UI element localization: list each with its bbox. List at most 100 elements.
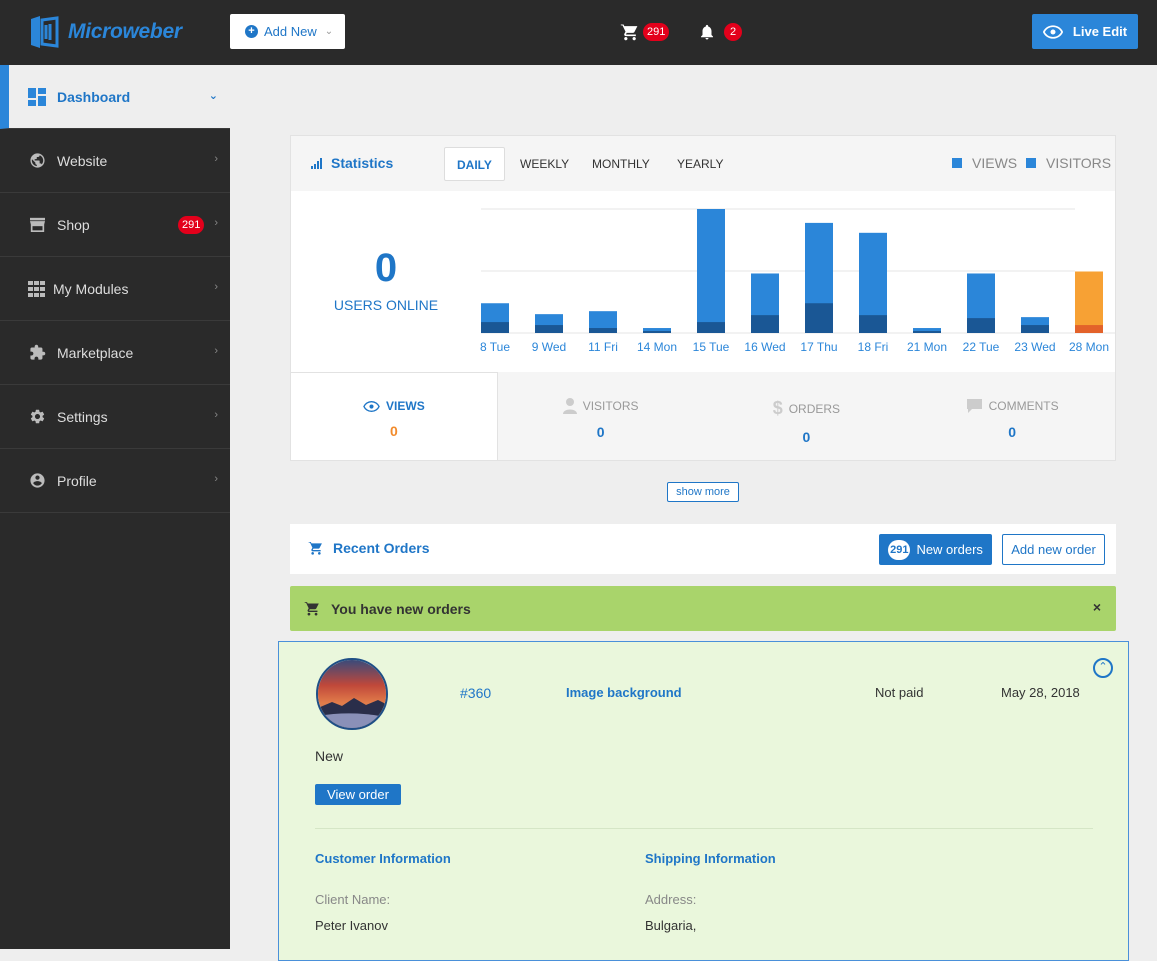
sidebar-item-label: Profile — [57, 472, 97, 489]
statistics-footer: VIEWS 0 VISITORS 0 $ ORDERS 0 COMMENTS 0 — [291, 372, 1115, 460]
bar-visitors — [967, 318, 995, 333]
sidebar-item-profile[interactable]: Profile › — [0, 449, 230, 513]
users-online-count: 0 — [374, 246, 398, 290]
stat-orders[interactable]: $ ORDERS 0 — [704, 372, 910, 460]
x-tick-label: 15 Tue — [693, 340, 730, 354]
chevron-down-icon: ⌄ — [208, 90, 218, 102]
stat-visitors[interactable]: VISITORS 0 — [498, 372, 704, 460]
sidebar-item-my-modules[interactable]: My Modules › — [0, 257, 230, 321]
x-tick-label: 9 Wed — [532, 340, 566, 354]
puzzle-icon — [28, 344, 46, 362]
x-tick-label: 14 Mon — [637, 340, 677, 354]
sidebar-item-label: Marketplace — [57, 344, 134, 361]
live-edit-button[interactable]: Live Edit — [1032, 14, 1138, 49]
new-orders-button[interactable]: 291 New orders — [879, 534, 992, 565]
address-label: Address: — [645, 892, 697, 907]
alert-text: You have new orders — [331, 600, 471, 617]
sidebar-item-dashboard[interactable]: Dashboard ⌄ — [0, 65, 230, 129]
sidebar-item-settings[interactable]: Settings › — [0, 385, 230, 449]
legend-visitors: VISITORS — [1026, 155, 1111, 171]
users-online: 0 USERS ONLINE — [291, 191, 481, 371]
cart-icon — [308, 541, 322, 555]
statistics-panel: Statistics DAILY WEEKLY MONTHLY YEARLY V… — [290, 135, 1116, 461]
cart-icon — [304, 601, 319, 616]
sidebar-item-label: My Modules — [53, 280, 129, 297]
logo[interactable]: Microweber — [28, 14, 182, 50]
stat-visitors-label: VISITORS — [582, 399, 639, 413]
dashboard-icon — [28, 87, 46, 106]
gear-icon — [28, 408, 46, 426]
x-tick-label: 11 Fri — [588, 340, 618, 354]
sidebar-item-label: Dashboard — [57, 88, 131, 105]
sidebar-item-label: Settings — [57, 408, 108, 425]
add-new-order-button[interactable]: Add new order — [1002, 534, 1105, 565]
x-tick-label: 16 Wed — [744, 340, 785, 354]
cart-icon — [620, 23, 638, 41]
chevron-right-icon: › — [214, 473, 218, 485]
client-name-label: Client Name: — [315, 892, 391, 907]
statistics-chart: 8 Tue 9 Wed 11 Fri 14 Mon 15 Tue 16 Wed 17 Thu… — [480, 208, 1115, 354]
live-edit-label: Live Edit — [1072, 24, 1128, 39]
tab-weekly[interactable]: WEEKLY — [508, 147, 581, 181]
notif-count-badge: 2 — [724, 23, 742, 41]
top-bar: Microweber + Add New ⌄ 291 2 Live Edit — [0, 0, 1157, 65]
shipping-info-heading: Shipping Information — [645, 851, 776, 866]
person-icon — [562, 398, 577, 414]
view-order-button[interactable]: View order — [315, 784, 401, 805]
sidebar-item-label: Shop — [57, 216, 90, 233]
stat-visitors-value: 0 — [596, 424, 605, 440]
divider — [315, 828, 1093, 829]
customer-info-heading: Customer Information — [315, 851, 451, 866]
add-new-button[interactable]: + Add New ⌄ — [230, 14, 345, 49]
bar-visitors — [481, 322, 509, 333]
client-name-value: Peter Ivanov — [315, 918, 388, 933]
x-tick-label: 22 Tue — [963, 340, 1000, 354]
show-more-button[interactable]: show more — [667, 482, 739, 502]
sidebar: Dashboard ⌄ Website › Shop 291 › My Modu… — [0, 65, 230, 949]
x-tick-label: 8 Tue — [480, 340, 510, 354]
sidebar-item-website[interactable]: Website › — [0, 129, 230, 193]
x-tick-label: 18 Fri — [858, 340, 889, 354]
recent-orders-header: Recent Orders 291 New orders Add new ord… — [290, 524, 1116, 574]
stat-orders-value: 0 — [802, 429, 811, 445]
shop-icon — [28, 216, 46, 234]
x-tick-label: 21 Mon — [907, 340, 947, 354]
statistics-title-text: Statistics — [331, 155, 394, 171]
close-icon[interactable]: × — [1093, 599, 1101, 615]
x-tick-label: 28 Mon — [1069, 340, 1109, 354]
dollar-icon: $ — [772, 398, 783, 418]
bar-visitors — [643, 331, 671, 333]
stat-comments[interactable]: COMMENTS 0 — [909, 372, 1115, 460]
bar-visitors — [589, 328, 617, 333]
chevron-down-icon: ⌄ — [324, 26, 334, 37]
legend-swatch — [952, 158, 962, 168]
stat-views[interactable]: VIEWS 0 — [291, 372, 498, 460]
bar-visitors — [805, 303, 833, 333]
order-id[interactable]: #360 — [460, 685, 491, 701]
tab-monthly[interactable]: MONTHLY — [580, 147, 662, 181]
recent-orders-title-text: Recent Orders — [333, 540, 430, 556]
tab-yearly[interactable]: YEARLY — [665, 147, 735, 181]
new-orders-label: New orders — [916, 542, 983, 557]
bar-visitors — [913, 331, 941, 333]
tab-daily[interactable]: DAILY — [444, 147, 505, 181]
recent-orders-title: Recent Orders — [308, 540, 429, 556]
users-online-label: USERS ONLINE — [333, 297, 439, 313]
cart-notification[interactable]: 291 — [620, 22, 670, 42]
stat-comments-value: 0 — [1008, 424, 1017, 440]
eye-icon — [1042, 24, 1063, 39]
legend-swatch — [1026, 158, 1036, 168]
notifications[interactable]: 2 — [698, 22, 742, 42]
brand-name: Microweber — [68, 20, 182, 43]
bar-visitors — [751, 315, 779, 333]
cart-count-badge: 291 — [643, 23, 670, 41]
shop-count-badge: 291 — [178, 216, 205, 234]
bar-visitors — [859, 315, 887, 333]
stat-views-value: 0 — [389, 423, 398, 439]
collapse-up-icon[interactable]: ⌃ — [1093, 658, 1113, 678]
stat-comments-label: COMMENTS — [988, 399, 1059, 413]
new-orders-alert: You have new orders × — [290, 586, 1116, 631]
order-title[interactable]: Image background — [566, 685, 682, 700]
sidebar-item-shop[interactable]: Shop 291 › — [0, 193, 230, 257]
sidebar-item-marketplace[interactable]: Marketplace › — [0, 321, 230, 385]
